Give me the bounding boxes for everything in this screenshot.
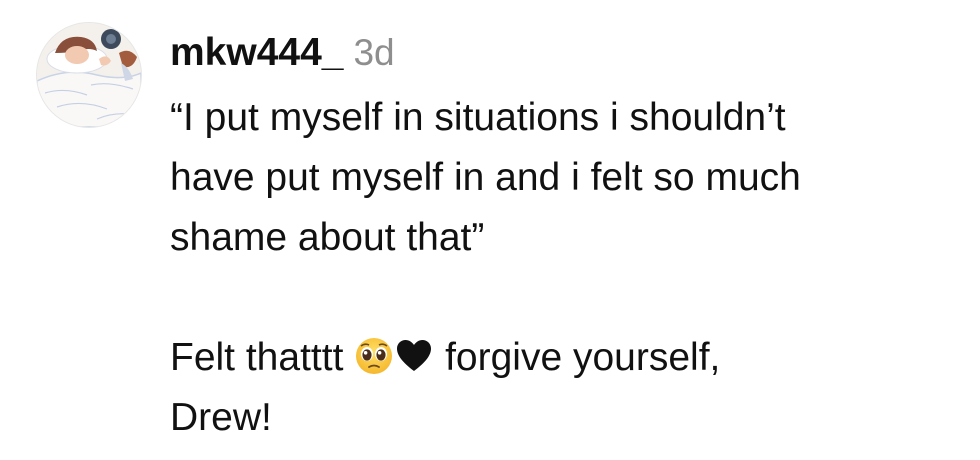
- comment-line: Felt thatttt forgive yourself,: [170, 328, 970, 388]
- avatar-illustration-icon: [37, 23, 141, 127]
- comment-line: “I put myself in situations i shouldn’t: [170, 96, 786, 139]
- comment: mkw444_ 3d “I put myself in situations i …: [0, 0, 980, 460]
- pleading-face-icon: [354, 336, 394, 376]
- reply-suffix: forgive yourself,: [445, 336, 721, 379]
- username-link[interactable]: mkw444_: [170, 31, 343, 74]
- comment-content: mkw444_ 3d “I put myself in situations i …: [170, 30, 970, 448]
- black-heart-icon: [394, 336, 434, 376]
- comment-line: shame about that”: [170, 216, 485, 259]
- avatar[interactable]: [36, 22, 142, 128]
- comment-line: have put myself in and i felt so much: [170, 156, 801, 199]
- timestamp[interactable]: 3d: [353, 32, 394, 73]
- comment-line: Drew!: [170, 396, 272, 439]
- reply-prefix: Felt thatttt: [170, 336, 344, 379]
- comment-text: “I put myself in situations i shouldn’t …: [170, 88, 970, 448]
- comment-header: mkw444_ 3d: [170, 30, 970, 76]
